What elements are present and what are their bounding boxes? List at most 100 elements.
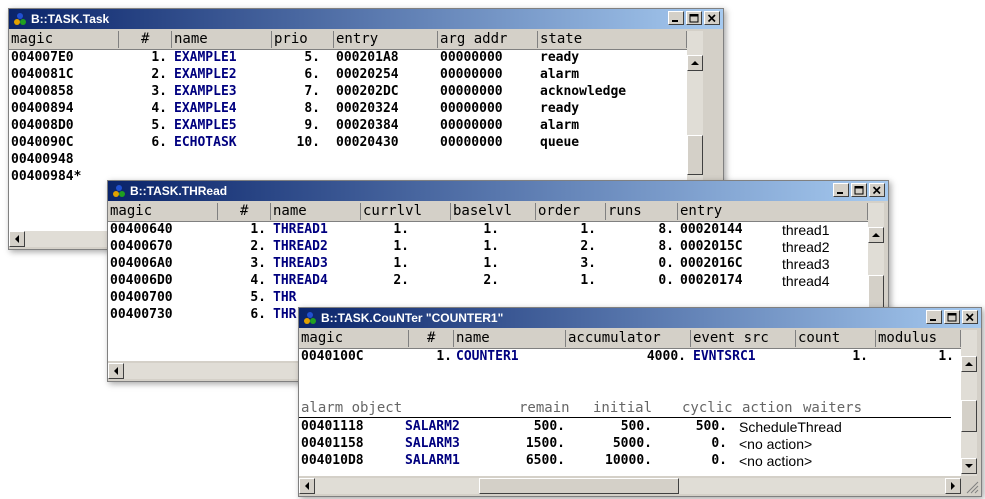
scroll-right-button[interactable] xyxy=(945,478,961,494)
alarm-row[interactable]: 00401118 SALARM2 500. 500. 500. Schedule… xyxy=(299,419,961,435)
table-row[interactable]: 004007E0 1. EXAMPLE1 5. 000201A8 0000000… xyxy=(9,50,687,66)
table-row[interactable]: 004006A0 3. THREAD3 1. 1. 3. 0. 0002016C… xyxy=(108,256,868,272)
app-icon xyxy=(113,185,125,197)
scroll-up-arrow-icon xyxy=(965,362,973,366)
close-icon xyxy=(965,313,974,322)
table-row[interactable]: 00400948 xyxy=(9,152,687,168)
scroll-left-button[interactable] xyxy=(108,363,124,379)
scroll-left-arrow-icon xyxy=(305,482,309,490)
thread-table-header: magic # name currlvl baselvl order runs … xyxy=(108,203,868,222)
horizontal-scroll-thumb[interactable] xyxy=(479,478,679,494)
minimize-icon xyxy=(672,20,678,22)
scroll-down-button[interactable] xyxy=(961,458,977,474)
col-order[interactable]: order xyxy=(536,203,606,220)
close-button[interactable] xyxy=(704,11,720,25)
table-row[interactable]: 0040081C 2. EXAMPLE2 6. 00020254 0000000… xyxy=(9,67,687,83)
col-arg-addr[interactable]: arg addr xyxy=(438,31,538,48)
alarm-header-separator xyxy=(299,417,951,418)
scroll-up-button[interactable] xyxy=(687,55,703,71)
app-icon xyxy=(304,312,316,324)
scroll-up-arrow-icon xyxy=(691,61,699,65)
scroll-thumb[interactable] xyxy=(961,400,977,432)
maximize-button[interactable] xyxy=(686,11,702,25)
col-magic[interactable]: magic xyxy=(9,31,119,48)
col-magic[interactable]: magic xyxy=(299,330,409,347)
col-currlvl[interactable]: currlvl xyxy=(361,203,451,220)
minimize-button[interactable] xyxy=(668,11,684,25)
cyclic-header: cyclic xyxy=(682,400,733,416)
close-button[interactable] xyxy=(869,183,885,197)
col-name[interactable]: name xyxy=(454,330,566,347)
col-number[interactable]: # xyxy=(218,203,271,220)
table-row[interactable]: 00400858 3. EXAMPLE3 7. 000202DC 0000000… xyxy=(9,84,687,100)
minimize-icon xyxy=(930,319,936,321)
table-row[interactable]: 004008D0 5. EXAMPLE5 9. 00020384 0000000… xyxy=(9,118,687,134)
scroll-left-arrow-icon xyxy=(15,235,19,243)
alarm-row[interactable]: 004010D8 SALARM1 6500. 10000. 0. <no act… xyxy=(299,453,961,469)
close-button[interactable] xyxy=(962,310,978,324)
table-row[interactable]: 00400700 5. THR xyxy=(108,290,868,306)
counter-window[interactable]: B::TASK.CouNTer "COUNTER1" magic # name … xyxy=(298,307,982,497)
col-modulus[interactable]: modulus xyxy=(876,330,961,347)
counter-horizontal-scrollbar[interactable] xyxy=(299,478,961,494)
initial-header: initial xyxy=(593,400,653,416)
table-row[interactable]: 0040100C 1. COUNTER1 4000. EVNTSRC1 1. 1… xyxy=(299,349,961,365)
maximize-icon xyxy=(854,186,864,195)
window-title: B::TASK.Task xyxy=(31,12,110,26)
scroll-left-arrow-icon xyxy=(114,367,118,375)
col-accumulator[interactable]: accumulator xyxy=(566,330,691,347)
counter-vertical-scrollbar[interactable] xyxy=(961,330,977,476)
minimize-button[interactable] xyxy=(833,183,849,197)
scroll-left-button[interactable] xyxy=(9,231,25,247)
col-entry[interactable]: entry xyxy=(678,203,868,220)
task-window-titlebar[interactable]: B::TASK.Task xyxy=(9,9,723,29)
size-grip-icon[interactable] xyxy=(963,478,979,494)
maximize-button[interactable] xyxy=(944,310,960,324)
scroll-up-button[interactable] xyxy=(868,227,884,243)
minimize-button[interactable] xyxy=(926,310,942,324)
window-title: B::TASK.THRead xyxy=(130,184,228,198)
col-number[interactable]: # xyxy=(409,330,454,347)
counter-table: magic # name accumulator event src count… xyxy=(299,330,961,476)
scroll-left-button[interactable] xyxy=(299,478,315,494)
maximize-button[interactable] xyxy=(851,183,867,197)
col-count[interactable]: count xyxy=(796,330,876,347)
col-name[interactable]: name xyxy=(172,31,272,48)
col-prio[interactable]: prio xyxy=(272,31,334,48)
col-event-src[interactable]: event src xyxy=(691,330,796,347)
thread-window-titlebar[interactable]: B::TASK.THRead xyxy=(108,181,888,201)
table-row[interactable]: 00400640 1. THREAD1 1. 1. 1. 8. 00020144… xyxy=(108,222,868,238)
waiters-header: waiters xyxy=(803,400,863,416)
col-baselvl[interactable]: baselvl xyxy=(451,203,536,220)
scroll-thumb[interactable] xyxy=(687,135,703,175)
task-table-header: magic # name prio entry arg addr state xyxy=(9,31,687,50)
table-row[interactable]: 004006D0 4. THREAD4 2. 2. 1. 0. 00020174… xyxy=(108,273,868,289)
col-name[interactable]: name xyxy=(271,203,361,220)
maximize-icon xyxy=(689,14,699,23)
table-row[interactable]: 00400894 4. EXAMPLE4 8. 00020324 0000000… xyxy=(9,101,687,117)
scroll-up-button[interactable] xyxy=(961,356,977,372)
col-number[interactable]: # xyxy=(119,31,172,48)
alarm-header-row: alarm object remain initial cyclic actio… xyxy=(299,400,961,416)
alarm-object-header: alarm object xyxy=(301,400,403,416)
table-row[interactable]: 0040090C 6. ECHOTASK 10. 00020430 000000… xyxy=(9,135,687,151)
col-magic[interactable]: magic xyxy=(108,203,218,220)
col-entry[interactable]: entry xyxy=(334,31,438,48)
minimize-icon xyxy=(837,192,843,194)
scroll-down-arrow-icon xyxy=(965,464,973,468)
counter-table-header: magic # name accumulator event src count… xyxy=(299,330,961,349)
app-icon xyxy=(14,13,26,25)
action-header: action xyxy=(742,400,793,416)
scroll-up-arrow-icon xyxy=(872,233,880,237)
col-runs[interactable]: runs xyxy=(606,203,678,220)
remain-header: remain xyxy=(519,400,570,416)
window-title: B::TASK.CouNTer "COUNTER1" xyxy=(321,311,504,325)
table-row[interactable]: 00400670 2. THREAD2 1. 1. 2. 8. 0002015C… xyxy=(108,239,868,255)
counter-window-titlebar[interactable]: B::TASK.CouNTer "COUNTER1" xyxy=(299,308,981,328)
alarm-row[interactable]: 00401158 SALARM3 1500. 5000. 0. <no acti… xyxy=(299,436,961,452)
col-state[interactable]: state xyxy=(538,31,687,48)
close-icon xyxy=(872,186,881,195)
scroll-right-arrow-icon xyxy=(951,482,955,490)
close-icon xyxy=(707,14,716,23)
maximize-icon xyxy=(947,313,957,322)
